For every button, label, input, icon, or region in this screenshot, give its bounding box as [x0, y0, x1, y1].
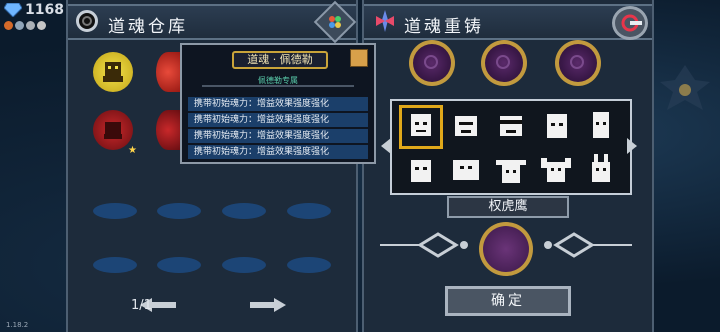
effect-row: 携带初始魂力：增益效果强度强化	[188, 113, 368, 127]
character-face-icon	[547, 114, 567, 138]
soul-face-icon	[104, 122, 122, 139]
soul-slot-red-2[interactable]	[93, 110, 133, 150]
character-face-icon	[411, 160, 431, 182]
version-label: 1.18.2	[6, 321, 29, 329]
empty-slot[interactable]	[93, 257, 137, 273]
blue-gem-icon	[4, 3, 22, 17]
background-creature-icon	[660, 65, 710, 110]
character-portrait[interactable]	[537, 152, 575, 190]
gem-count: 1168	[25, 2, 64, 18]
currency-hud: 1168	[4, 2, 68, 30]
forge-input-slot-3[interactable]	[555, 40, 601, 86]
panel-title: 道魂重铸	[404, 17, 484, 37]
selector-prev-arrow[interactable]	[381, 138, 391, 154]
empty-slot[interactable]	[157, 257, 201, 273]
character-face-icon	[592, 154, 610, 182]
exit-icon	[621, 14, 642, 32]
effect-row: 携带初始魂力：增益效果强度强化	[188, 129, 368, 143]
empty-slot[interactable]	[287, 203, 331, 219]
gear-icon	[26, 21, 35, 30]
character-portrait[interactable]	[582, 108, 620, 146]
soul-reforge-header: 道魂重铸	[364, 4, 652, 40]
character-portrait[interactable]	[537, 108, 575, 146]
character-face-icon	[496, 160, 526, 183]
page-indicator: 1/1	[131, 298, 152, 313]
soul-slot-red-3[interactable]	[156, 110, 180, 150]
empty-slot[interactable]	[287, 257, 331, 273]
panel-title: 道魂仓库	[108, 17, 188, 37]
buff-icon	[4, 21, 13, 30]
shield-icon	[15, 21, 24, 30]
filter-diamond-icon	[329, 16, 341, 29]
confirm-button[interactable]: 确定	[445, 286, 571, 316]
forge-input-slot-2[interactable]	[481, 40, 527, 86]
empty-slot[interactable]	[222, 203, 266, 219]
star-icon: ★	[128, 145, 137, 156]
soul-face-icon	[103, 62, 123, 82]
character-face-icon	[455, 116, 477, 136]
selected-character-name: 权虎鹰	[447, 196, 569, 218]
tooltip-title: 道魂 · 佩德勒	[247, 53, 313, 66]
character-portrait[interactable]	[402, 152, 440, 190]
plus-icon	[37, 21, 46, 30]
hud-status-icons	[4, 21, 68, 30]
forge-result-slot[interactable]	[479, 222, 533, 276]
character-face-icon	[593, 112, 609, 138]
filter-button[interactable]	[313, 0, 357, 44]
soul-badge-icon	[350, 49, 368, 67]
soul-slot-red[interactable]	[156, 52, 180, 92]
character-face-icon	[411, 114, 431, 136]
empty-slot[interactable]	[157, 203, 201, 219]
ornament-left-icon	[380, 232, 468, 258]
ring-icon	[76, 10, 98, 32]
selector-next-arrow[interactable]	[627, 138, 637, 154]
character-face-icon	[541, 158, 571, 182]
ornament-right-icon	[544, 232, 632, 258]
character-face-icon	[453, 160, 479, 180]
next-page-button[interactable]	[250, 298, 286, 312]
tooltip-title-frame: 道魂 · 佩德勒	[232, 51, 328, 69]
character-portrait[interactable]	[582, 152, 620, 190]
soul-sword-icon	[376, 10, 394, 32]
character-portrait[interactable]	[492, 152, 530, 190]
tooltip-divider	[202, 85, 354, 87]
character-portrait[interactable]	[399, 105, 443, 149]
character-portrait[interactable]	[447, 152, 485, 190]
character-portrait[interactable]	[447, 108, 485, 146]
soul-tooltip: 道魂 · 佩德勒 佩德勒专属 携带初始魂力：增益效果强度强化 携带初始魂力：增益…	[180, 43, 376, 164]
soul-storage-header: 道魂仓库	[68, 0, 357, 44]
effect-row: 携带初始魂力：增益效果强度强化	[188, 97, 368, 111]
effect-row: 携带初始魂力：增益效果强度强化	[188, 145, 368, 159]
exit-button[interactable]	[612, 6, 648, 40]
character-portrait[interactable]	[492, 108, 530, 146]
character-face-icon	[500, 116, 522, 136]
forge-input-slot-1[interactable]	[409, 40, 455, 86]
soul-slot-gold[interactable]	[93, 52, 133, 92]
empty-slot[interactable]	[93, 203, 137, 219]
empty-slot[interactable]	[222, 257, 266, 273]
